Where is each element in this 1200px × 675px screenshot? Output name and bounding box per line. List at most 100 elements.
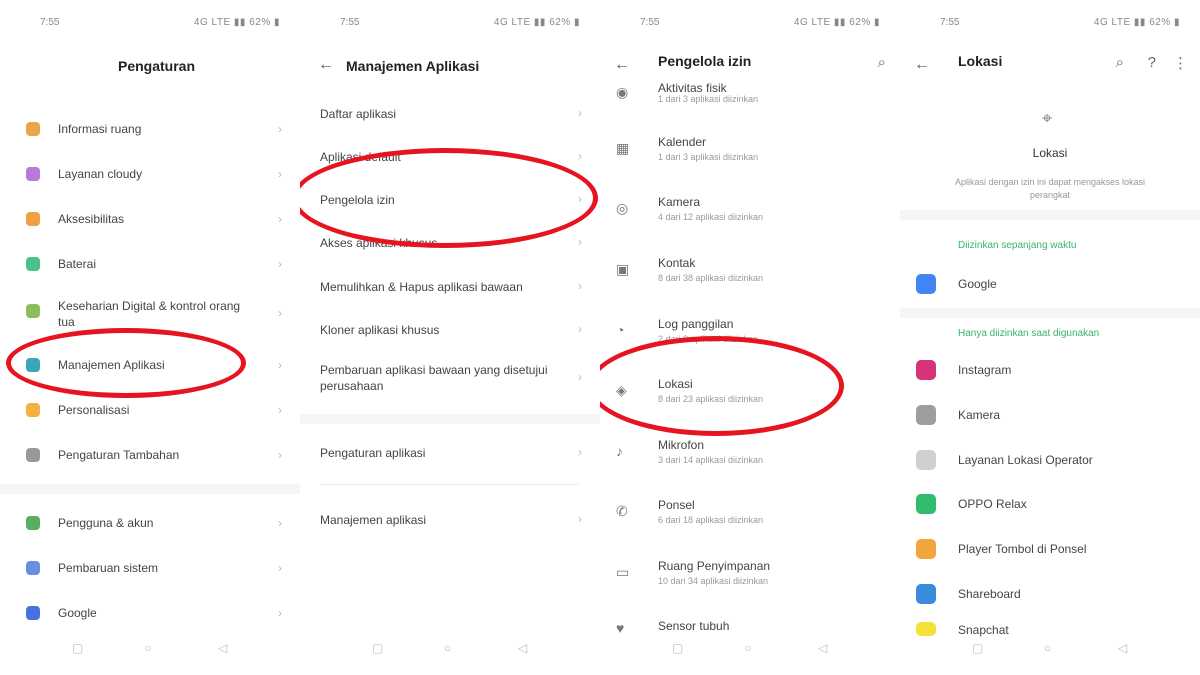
more-icon[interactable]: ⋮ — [1173, 54, 1188, 72]
settings-item[interactable]: Aksesibilitas › — [0, 210, 300, 230]
square-icon[interactable]: ▢ — [672, 641, 683, 655]
page-header: ← Pengelola izin ⌕ — [600, 50, 900, 80]
settings-item[interactable]: Pengguna & akun › — [0, 514, 300, 534]
status-time: 7:55 — [940, 17, 960, 28]
chevron-right-icon: › — [278, 257, 282, 271]
square-icon[interactable]: ▢ — [72, 641, 83, 655]
permission-item[interactable]: ✆ Ponsel 6 dari 18 aplikasi diizinkan — [600, 497, 900, 529]
permission-item[interactable]: ▣ Kontak 8 dari 38 aplikasi diizinkan — [600, 255, 900, 287]
settings-item-icon — [26, 516, 40, 530]
app-name: Google — [958, 277, 997, 291]
app-row[interactable]: Instagram — [900, 358, 1200, 382]
permission-item[interactable]: ◉ Aktivitas fisik 1 dari 3 aplikasi diiz… — [600, 81, 900, 108]
help-icon[interactable]: ? — [1148, 54, 1156, 71]
permission-sub: 10 dari 34 aplikasi diizinkan — [658, 576, 769, 586]
activity-icon: ◉ — [616, 84, 629, 100]
location-pin-icon: ⌖ — [1042, 108, 1053, 128]
list-item[interactable]: Pembaruan aplikasi bawaan yang disetujui… — [300, 362, 600, 396]
permission-item[interactable]: ▭ Ruang Penyimpanan 10 dari 34 aplikasi … — [600, 558, 900, 590]
circle-icon[interactable]: ○ — [444, 641, 451, 655]
status-bar: 7:55 4G LTE ▮▮ 62% ▮ — [300, 14, 600, 32]
permission-label: Kamera — [658, 195, 701, 209]
app-name: OPPO Relax — [958, 497, 1027, 511]
square-icon[interactable]: ▢ — [372, 641, 383, 655]
chevron-right-icon: › — [278, 561, 282, 575]
list-item[interactable]: Pengaturan aplikasi › — [300, 443, 600, 463]
app-name: Snapchat — [958, 623, 1009, 637]
settings-item-label: Pengaturan Tambahan — [58, 448, 180, 462]
permission-label: Ruang Penyimpanan — [658, 559, 771, 573]
triangle-icon[interactable]: ◁ — [218, 641, 227, 655]
app-row[interactable]: Shareboard — [900, 582, 1200, 606]
settings-item[interactable]: Baterai › — [0, 255, 300, 275]
app-row[interactable]: Google — [900, 272, 1200, 296]
list-item[interactable]: Memulihkan & Hapus aplikasi bawaan › — [300, 277, 600, 297]
phone-icon: ✆ — [616, 503, 628, 519]
permission-item[interactable]: ▦ Kalender 1 dari 3 aplikasi diizinkan — [600, 134, 900, 166]
back-arrow-icon[interactable]: ← — [318, 56, 334, 74]
status-bar: 7:55 4G LTE ▮▮ 62% ▮ — [900, 14, 1200, 32]
navigation-bar: ▢ ○ ◁ — [900, 641, 1200, 657]
app-name: Kamera — [958, 408, 1001, 422]
chevron-right-icon: › — [278, 212, 282, 226]
app-name: Instagram — [958, 363, 1012, 377]
triangle-icon[interactable]: ◁ — [1118, 641, 1127, 655]
instagram-icon — [916, 360, 936, 380]
status-time: 7:55 — [640, 17, 660, 28]
app-row[interactable]: OPPO Relax — [900, 492, 1200, 516]
square-icon[interactable]: ▢ — [972, 641, 983, 655]
back-arrow-icon[interactable]: ← — [614, 56, 630, 74]
permission-label: Kontak — [658, 256, 696, 270]
circle-icon[interactable]: ○ — [144, 641, 151, 655]
section-label-in-use: Hanya diizinkan saat digunakan — [958, 328, 1100, 339]
app-row[interactable]: Kamera — [900, 403, 1200, 427]
chevron-right-icon: › — [278, 606, 282, 620]
settings-item[interactable]: Pengaturan Tambahan › — [0, 446, 300, 466]
settings-item[interactable]: Layanan cloudy › — [0, 165, 300, 185]
circle-icon[interactable]: ○ — [1044, 641, 1051, 655]
search-icon[interactable]: ⌕ — [878, 54, 886, 71]
section-separator — [900, 210, 1200, 220]
permission-label: Ponsel — [658, 498, 695, 512]
navigation-bar: ▢ ○ ◁ — [300, 641, 600, 657]
chevron-right-icon: › — [578, 370, 582, 384]
settings-item[interactable]: Keseharian Digital & kontrol orang tua › — [0, 298, 300, 332]
settings-item-label: Aksesibilitas — [58, 212, 125, 226]
permission-item[interactable]: ♥ Sensor tubuh — [600, 618, 900, 636]
page-header: ← Manajemen Aplikasi — [300, 50, 600, 80]
triangle-icon[interactable]: ◁ — [518, 641, 527, 655]
circle-icon[interactable]: ○ — [744, 641, 751, 655]
app-row[interactable]: Layanan Lokasi Operator — [900, 448, 1200, 472]
settings-item[interactable]: Personalisasi › — [0, 401, 300, 421]
chevron-right-icon: › — [278, 122, 282, 136]
chevron-right-icon: › — [278, 516, 282, 530]
triangle-icon[interactable]: ◁ — [818, 641, 827, 655]
list-item[interactable]: Manajemen aplikasi › — [300, 510, 600, 530]
carrier-location-icon — [916, 450, 936, 470]
highlight-oval — [600, 336, 844, 436]
permission-item[interactable]: ◎ Kamera 4 dari 12 aplikasi diizinkan — [600, 194, 900, 226]
settings-item[interactable]: Informasi ruang › — [0, 120, 300, 140]
page-header: Pengaturan — [0, 50, 300, 80]
chevron-right-icon: › — [278, 167, 282, 181]
chevron-right-icon: › — [578, 512, 582, 526]
settings-item-icon — [26, 212, 40, 226]
page-title: Lokasi — [958, 53, 1003, 69]
list-item[interactable]: Daftar aplikasi › — [300, 104, 600, 124]
settings-item[interactable]: Pembaruan sistem › — [0, 559, 300, 579]
permission-item[interactable]: ♪ Mikrofon 3 dari 14 aplikasi diizinkan — [600, 437, 900, 469]
settings-item-label: Pembaruan sistem — [58, 561, 159, 575]
settings-panel: 7:55 4G LTE ▮▮ 62% ▮ Pengaturan Informas… — [0, 0, 300, 675]
app-row[interactable]: Snapchat — [900, 622, 1200, 638]
status-bar: 7:55 4G LTE ▮▮ 62% ▮ — [0, 14, 300, 32]
app-row[interactable]: Player Tombol di Ponsel — [900, 537, 1200, 561]
permission-sub: 3 dari 14 aplikasi diizinkan — [658, 455, 764, 465]
settings-item-label: Google — [58, 606, 97, 620]
search-icon[interactable]: ⌕ — [1116, 54, 1124, 71]
chevron-right-icon: › — [278, 358, 282, 372]
list-item-label: Pembaruan aplikasi bawaan yang disetujui… — [320, 363, 548, 393]
list-item[interactable]: Kloner aplikasi khusus › — [300, 320, 600, 340]
settings-item[interactable]: Google › — [0, 604, 300, 624]
back-arrow-icon[interactable]: ← — [914, 56, 930, 74]
google-icon — [916, 274, 936, 294]
